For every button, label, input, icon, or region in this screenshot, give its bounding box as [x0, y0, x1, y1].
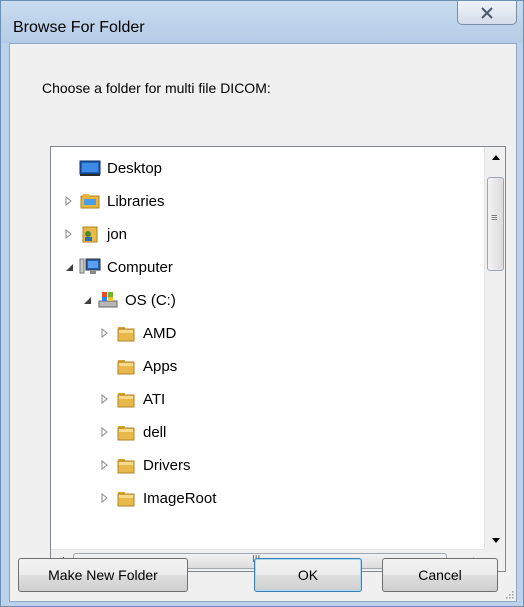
expander-placeholder [63, 162, 75, 174]
tree-item-label: jon [107, 225, 128, 243]
tree-item-label: AMD [143, 324, 177, 342]
dialog-prompt: Choose a folder for multi file DICOM: [42, 80, 271, 96]
collapse-arrow-icon[interactable] [63, 261, 75, 273]
tree-item-label: dell [143, 423, 167, 441]
scroll-down-button[interactable] [485, 530, 506, 550]
ok-button[interactable]: OK [254, 558, 362, 592]
tree-item[interactable]: Apps [99, 351, 177, 381]
desktop-icon [79, 158, 101, 178]
folder-icon [115, 323, 137, 343]
cancel-button[interactable]: Cancel [382, 558, 498, 592]
tree-item[interactable]: jon [63, 219, 127, 249]
tree-item[interactable]: Libraries [63, 186, 165, 216]
expand-arrow-icon[interactable] [99, 327, 111, 339]
tree-item-label: OS (C:) [125, 291, 176, 309]
drive-icon [97, 290, 119, 310]
tree-item[interactable]: ATI [99, 384, 165, 414]
resize-grip-icon[interactable] [504, 589, 514, 599]
vertical-scroll-thumb[interactable]: ≡ [487, 177, 504, 271]
tree-item[interactable]: Desktop [63, 153, 162, 183]
folder-tree-rows: Desktop Libraries jon Computer OS (C:) AMD App… [51, 147, 485, 549]
folder-icon [115, 422, 137, 442]
tree-item-label: Computer [107, 258, 173, 276]
expand-arrow-icon[interactable] [99, 426, 111, 438]
libraries-icon [79, 191, 101, 211]
title-bar[interactable]: Browse For Folder [1, 1, 523, 43]
tree-item-label: Drivers [143, 456, 191, 474]
scroll-down-icon [491, 537, 500, 543]
expand-arrow-icon[interactable] [99, 459, 111, 471]
window-title: Browse For Folder [13, 19, 145, 36]
collapse-arrow-icon[interactable] [81, 294, 93, 306]
folder-icon [115, 488, 137, 508]
folder-icon [115, 356, 137, 376]
close-icon [481, 6, 493, 19]
tree-item-label: Desktop [107, 159, 163, 177]
computer-icon [79, 257, 101, 277]
folder-icon [115, 455, 137, 475]
make-new-folder-button[interactable]: Make New Folder [18, 558, 188, 592]
close-button[interactable] [457, 1, 517, 25]
expand-arrow-icon[interactable] [63, 228, 75, 240]
tree-item[interactable]: Computer [63, 252, 173, 282]
tree-item[interactable]: ImageRoot [99, 483, 216, 513]
expand-arrow-icon[interactable] [99, 492, 111, 504]
folder-tree[interactable]: Desktop Libraries jon Computer OS (C:) AMD App… [50, 146, 506, 572]
expand-arrow-icon[interactable] [63, 195, 75, 207]
vertical-scrollbar[interactable]: ≡ [484, 147, 505, 550]
tree-item[interactable]: dell [99, 417, 166, 447]
tree-item[interactable]: OS (C:) [81, 285, 176, 315]
tree-item-label: ATI [143, 390, 166, 408]
user-folder-icon [79, 224, 101, 244]
tree-item[interactable]: AMD [99, 318, 176, 348]
dialog-client-area: Choose a folder for multi file DICOM: De… [9, 43, 517, 602]
scroll-up-button[interactable] [485, 147, 506, 167]
tree-item[interactable]: Drivers [99, 450, 191, 480]
expander-placeholder [99, 360, 111, 372]
browse-folder-window: Browse For Folder Choose a folder for mu… [0, 0, 524, 607]
folder-icon [115, 389, 137, 409]
tree-item-label: ImageRoot [143, 489, 217, 507]
vertical-thumb-grip: ≡ [491, 212, 498, 224]
tree-item-label: Libraries [107, 192, 165, 210]
tree-item-label: Apps [143, 357, 178, 375]
scroll-up-icon [491, 154, 500, 160]
expand-arrow-icon[interactable] [99, 393, 111, 405]
